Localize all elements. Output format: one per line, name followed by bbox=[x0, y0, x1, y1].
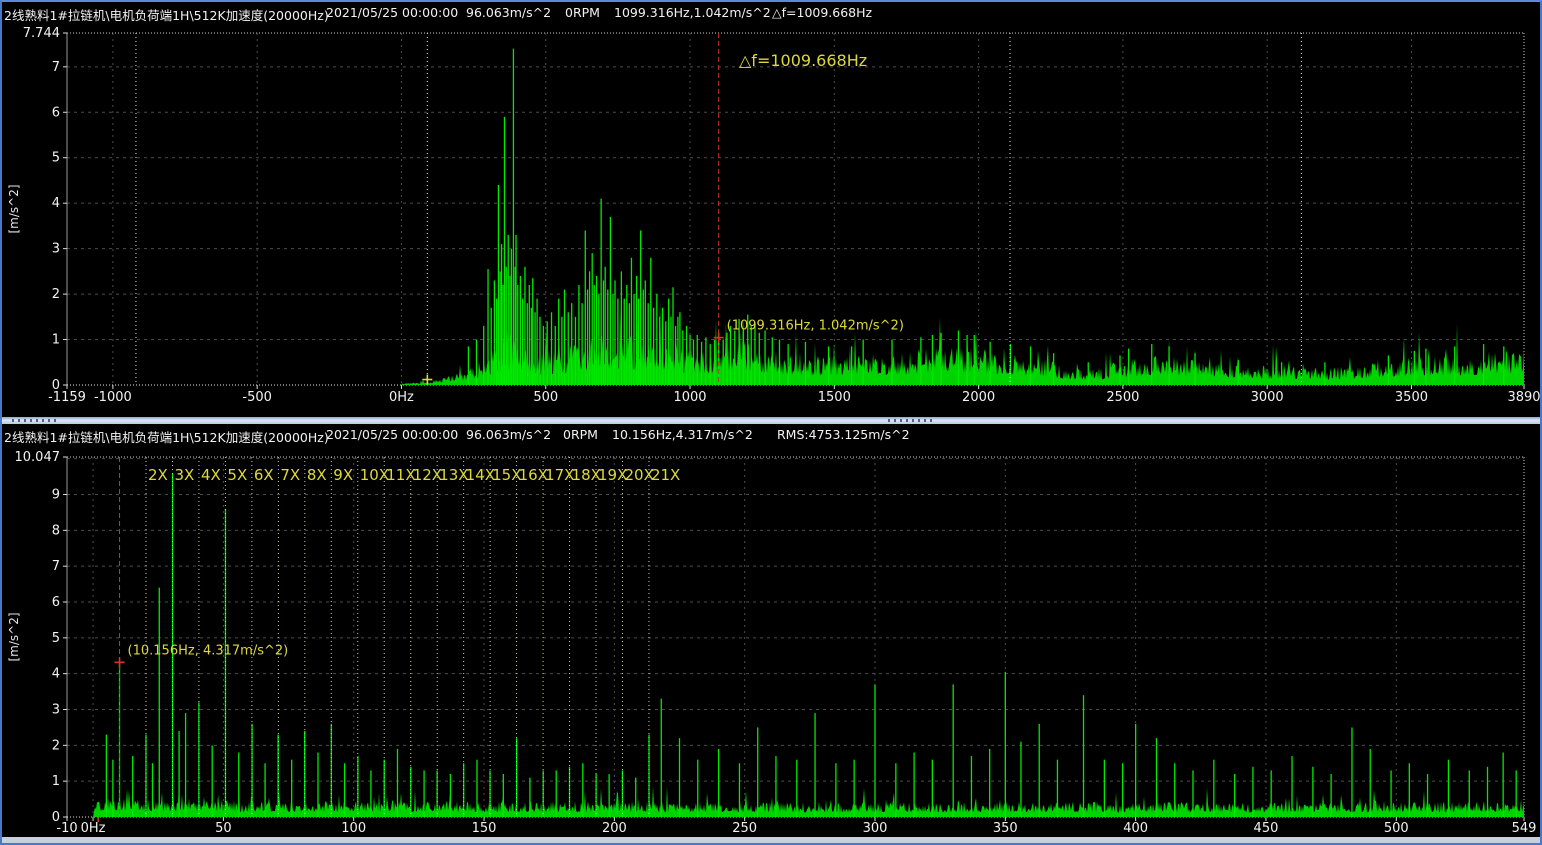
y-tick-label: 1 bbox=[52, 774, 60, 789]
harmonic-label: 2X bbox=[148, 466, 168, 484]
x-tick-label: 3000 bbox=[1251, 390, 1284, 405]
rpm-value: 0RPM bbox=[565, 5, 600, 20]
channel-title: 2线熟料1#拉链机\电机负荷端1H\512K加速度(20000Hz) bbox=[4, 427, 329, 446]
x-tick-label: 0Hz bbox=[389, 390, 414, 405]
spectrum-noise-floor bbox=[402, 298, 1525, 385]
y-tick-label: 0 bbox=[52, 810, 60, 825]
x-tick-label: 150 bbox=[472, 821, 497, 836]
harmonic-label: 6X bbox=[254, 466, 274, 484]
cursor-readout: 10.156Hz,4.317m/s^2 bbox=[612, 427, 753, 442]
y-tick-label: 7 bbox=[52, 559, 60, 574]
spectrum-pane-bottom: 2线熟料1#拉链机\电机负荷端1H\512K加速度(20000Hz) 2021/… bbox=[2, 424, 1540, 838]
cursor-readout: 1099.316Hz,1.042m/s^2 bbox=[614, 5, 771, 20]
harmonic-label: 21X bbox=[651, 466, 680, 484]
x-tick-label: 300 bbox=[863, 821, 888, 836]
x-tick-label: 500 bbox=[1384, 821, 1409, 836]
status-strip bbox=[2, 837, 1540, 843]
cursor-annotation: (1099.316Hz, 1.042m/s^2) bbox=[727, 319, 904, 334]
rpm-value: 0RPM bbox=[563, 427, 598, 442]
splitter-grip-icon[interactable] bbox=[12, 419, 58, 422]
y-tick-label: 1 bbox=[52, 333, 60, 348]
cursor-annotation: (10.156Hz, 4.317m/s^2) bbox=[128, 643, 289, 658]
x-tick-label: 2000 bbox=[962, 390, 995, 405]
harmonic-label: 3X bbox=[174, 466, 194, 484]
y-tick-label: 2 bbox=[52, 738, 60, 753]
timestamp: 2021/05/25 00:00:00 bbox=[326, 427, 458, 442]
x-tick-label: 400 bbox=[1123, 821, 1148, 836]
y-tick-label: 7 bbox=[52, 60, 60, 75]
x-tick-label: 549 bbox=[1512, 821, 1537, 836]
x-tick-label: 50 bbox=[215, 821, 232, 836]
pane-header-top: 2线熟料1#拉链机\电机负荷端1H\512K加速度(20000Hz) 2021/… bbox=[2, 2, 1540, 24]
y-tick-label: 10.047 bbox=[15, 450, 61, 465]
y-axis-unit-label: [m/s^2] bbox=[7, 184, 21, 233]
y-tick-label: 8 bbox=[52, 523, 60, 538]
x-tick-label: 1000 bbox=[673, 390, 706, 405]
vibration-analyzer-window: 2线熟料1#拉链机\电机负荷端1H\512K加速度(20000Hz) 2021/… bbox=[0, 0, 1542, 845]
x-tick-label: 0Hz bbox=[81, 821, 106, 836]
harmonic-label: 7X bbox=[280, 466, 300, 484]
y-tick-label: 5 bbox=[52, 631, 60, 646]
overall-value: 96.063m/s^2 bbox=[466, 427, 551, 442]
x-tick-label: 3890 bbox=[1507, 390, 1540, 405]
harmonic-label: 9X bbox=[333, 466, 353, 484]
y-tick-label: 7.744 bbox=[23, 26, 60, 41]
x-tick-label: 1500 bbox=[818, 390, 851, 405]
spectrum-plot-area-bottom: -100Hz5010015020025030035040045050054910… bbox=[2, 446, 1540, 838]
x-tick-label: 3500 bbox=[1395, 390, 1428, 405]
y-axis-unit-label: [m/s^2] bbox=[7, 612, 21, 661]
delta-f-annotation: △f=1009.668Hz bbox=[739, 51, 867, 70]
x-tick-label: -500 bbox=[242, 390, 272, 405]
x-tick-label: 100 bbox=[341, 821, 366, 836]
timestamp: 2021/05/25 00:00:00 bbox=[326, 5, 458, 20]
x-tick-label: 350 bbox=[993, 821, 1018, 836]
x-tick-label: 2500 bbox=[1106, 390, 1139, 405]
y-tick-label: 0 bbox=[52, 378, 60, 393]
x-tick-label: 500 bbox=[533, 390, 558, 405]
pane-splitter[interactable] bbox=[2, 417, 1540, 424]
spectrum-chart-bottom[interactable]: -100Hz5010015020025030035040045050054910… bbox=[2, 446, 1542, 838]
spectrum-chart-top[interactable]: -1159-1000-5000Hz50010001500200025003000… bbox=[2, 24, 1542, 417]
y-tick-label: 2 bbox=[52, 287, 60, 302]
delta-f-readout: △f=1009.668Hz bbox=[772, 5, 872, 20]
y-tick-label: 4 bbox=[52, 667, 60, 682]
spectrum-pane-top: 2线熟料1#拉链机\电机负荷端1H\512K加速度(20000Hz) 2021/… bbox=[2, 2, 1540, 417]
pane-header-bottom: 2线熟料1#拉链机\电机负荷端1H\512K加速度(20000Hz) 2021/… bbox=[2, 424, 1540, 446]
overall-value: 96.063m/s^2 bbox=[466, 5, 551, 20]
harmonic-label: 5X bbox=[227, 466, 247, 484]
y-tick-label: 4 bbox=[52, 196, 60, 211]
y-tick-label: 3 bbox=[52, 703, 60, 718]
rms-readout: RMS:4753.125m/s^2 bbox=[777, 427, 910, 442]
channel-title: 2线熟料1#拉链机\电机负荷端1H\512K加速度(20000Hz) bbox=[4, 5, 329, 24]
spectrum-plot-area-top: -1159-1000-5000Hz50010001500200025003000… bbox=[2, 24, 1540, 417]
x-tick-label: 200 bbox=[602, 821, 627, 836]
harmonic-label: 8X bbox=[307, 466, 327, 484]
y-tick-label: 5 bbox=[52, 151, 60, 166]
y-tick-label: 6 bbox=[52, 105, 60, 120]
x-tick-label: -1000 bbox=[94, 390, 132, 405]
x-tick-label: 450 bbox=[1254, 821, 1279, 836]
y-tick-label: 3 bbox=[52, 242, 60, 257]
x-tick-label: 250 bbox=[732, 821, 757, 836]
harmonic-label: 4X bbox=[201, 466, 221, 484]
y-tick-label: 9 bbox=[52, 488, 60, 503]
splitter-grip-icon[interactable] bbox=[888, 419, 934, 422]
spectrum-noise-floor bbox=[93, 784, 1524, 817]
y-tick-label: 6 bbox=[52, 595, 60, 610]
